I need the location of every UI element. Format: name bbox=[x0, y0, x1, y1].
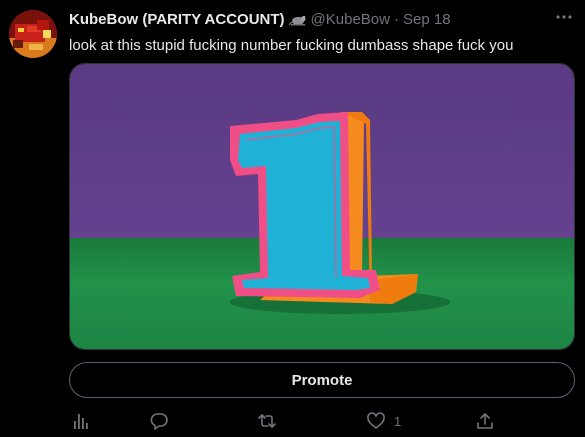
more-options-icon[interactable] bbox=[553, 8, 575, 26]
author-handle[interactable]: @KubeBow bbox=[311, 11, 390, 28]
tweet-actions: 1 bbox=[0, 410, 585, 432]
tweet-header: KubeBow (PARITY ACCOUNT) @KubeBow · Sep … bbox=[69, 10, 451, 28]
tweet-date[interactable]: Sep 18 bbox=[403, 11, 451, 28]
like-button[interactable]: 1 bbox=[367, 410, 401, 432]
like-count: 1 bbox=[394, 413, 402, 429]
paper-cutout-number-one-image bbox=[70, 64, 574, 349]
speech-bubble-icon bbox=[150, 413, 168, 430]
tweet[interactable]: KubeBow (PARITY ACCOUNT) @KubeBow · Sep … bbox=[0, 0, 585, 437]
promote-button[interactable]: Promote bbox=[69, 362, 575, 398]
avatar[interactable] bbox=[9, 10, 57, 58]
bar-chart-icon bbox=[74, 414, 88, 429]
analytics-button[interactable] bbox=[72, 410, 90, 432]
author-display-name[interactable]: KubeBow (PARITY ACCOUNT) bbox=[69, 11, 285, 28]
header-separator: · bbox=[394, 10, 399, 28]
share-upload-icon bbox=[477, 413, 493, 429]
avatar-image bbox=[9, 10, 57, 58]
retweet-arrows-icon bbox=[258, 414, 276, 428]
retweet-button[interactable] bbox=[258, 410, 276, 432]
reply-button[interactable] bbox=[150, 410, 168, 432]
tweet-text: look at this stupid fucking number fucki… bbox=[69, 37, 514, 54]
share-button[interactable] bbox=[476, 410, 494, 432]
rat-emoji-icon bbox=[288, 12, 307, 26]
tweet-media[interactable] bbox=[69, 63, 575, 350]
heart-icon bbox=[367, 412, 385, 429]
